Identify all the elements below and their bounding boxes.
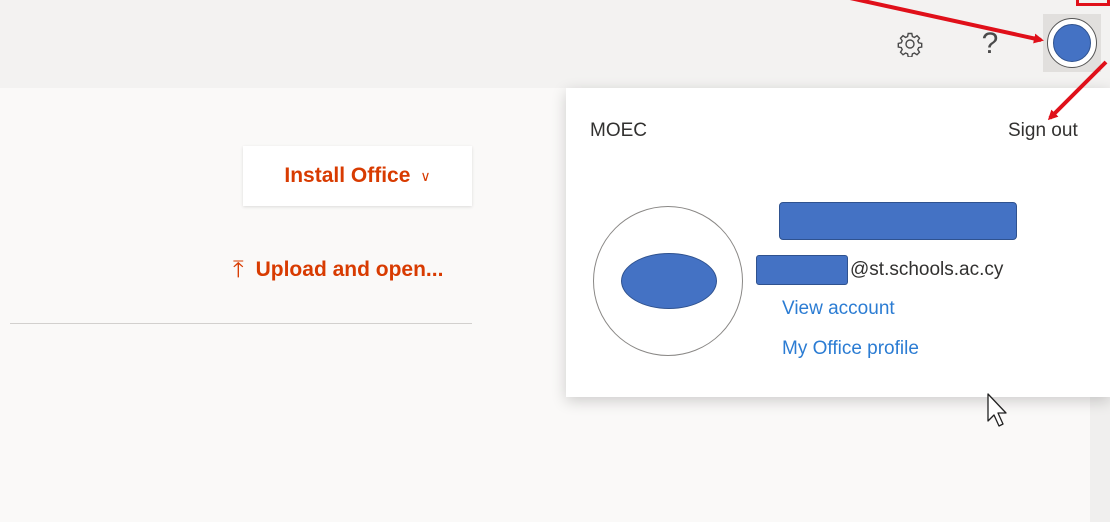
content-divider	[10, 323, 472, 324]
account-manager-button[interactable]	[1043, 14, 1101, 72]
upload-and-open-button[interactable]: ⤒ Upload and open...	[233, 250, 443, 290]
annotation-highlight-box	[1076, 0, 1110, 6]
avatar-redaction	[1053, 24, 1091, 62]
user-name-redaction	[779, 202, 1017, 240]
install-office-button[interactable]: Install Office ∨	[243, 146, 472, 206]
upload-and-open-label: Upload and open...	[255, 258, 444, 281]
view-account-link[interactable]: View account	[782, 298, 895, 320]
help-button[interactable]: ?	[970, 20, 1010, 68]
account-menu-popup: MOEC Sign out @st.schools.ac.cy View acc…	[566, 88, 1110, 397]
gear-icon	[897, 32, 923, 57]
avatar-icon	[1047, 18, 1097, 68]
organization-name: MOEC	[590, 120, 647, 141]
my-office-profile-link[interactable]: My Office profile	[782, 338, 919, 360]
email-user-redaction	[756, 255, 848, 285]
upload-arrow-icon: ⤒	[233, 256, 244, 283]
install-office-label: Install Office	[284, 164, 411, 187]
profile-picture	[593, 206, 743, 356]
profile-picture-redaction	[621, 253, 717, 309]
sign-out-link[interactable]: Sign out	[1008, 120, 1078, 142]
user-email: @st.schools.ac.cy	[756, 254, 1003, 286]
top-header-bar	[0, 0, 1110, 88]
settings-button[interactable]	[890, 20, 930, 68]
chevron-down-icon: ∨	[420, 167, 431, 184]
email-domain: @st.schools.ac.cy	[850, 259, 1004, 280]
help-icon: ?	[981, 27, 999, 60]
